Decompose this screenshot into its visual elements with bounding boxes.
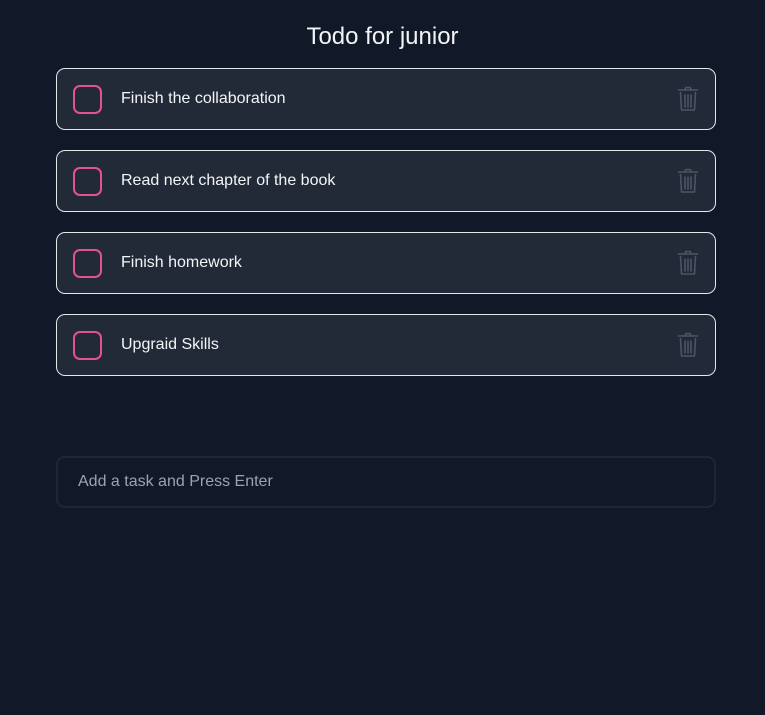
todo-item: Read next chapter of the book <box>56 150 716 212</box>
todo-item: Finish the collaboration <box>56 68 716 130</box>
delete-button[interactable] <box>677 250 699 276</box>
todo-app: Todo for junior Finish the collaboration… <box>0 0 765 715</box>
todo-checkbox[interactable] <box>73 167 102 196</box>
delete-button[interactable] <box>677 168 699 194</box>
trash-icon <box>677 250 699 275</box>
todo-text: Upgraid Skills <box>121 336 219 353</box>
todo-checkbox[interactable] <box>73 331 102 360</box>
todo-list: Finish the collaboration Read next chapt… <box>56 68 716 396</box>
todo-checkbox[interactable] <box>73 85 102 114</box>
todo-checkbox[interactable] <box>73 249 102 278</box>
todo-item: Finish homework <box>56 232 716 294</box>
todo-text: Finish the collaboration <box>121 90 286 107</box>
trash-icon <box>677 86 699 111</box>
add-task-input[interactable] <box>56 456 716 508</box>
delete-button[interactable] <box>677 332 699 358</box>
trash-icon <box>677 168 699 193</box>
page-title: Todo for junior <box>306 23 459 50</box>
delete-button[interactable] <box>677 86 699 112</box>
todo-text: Finish homework <box>121 254 242 271</box>
todo-text: Read next chapter of the book <box>121 172 336 189</box>
trash-icon <box>677 332 699 357</box>
todo-item: Upgraid Skills <box>56 314 716 376</box>
